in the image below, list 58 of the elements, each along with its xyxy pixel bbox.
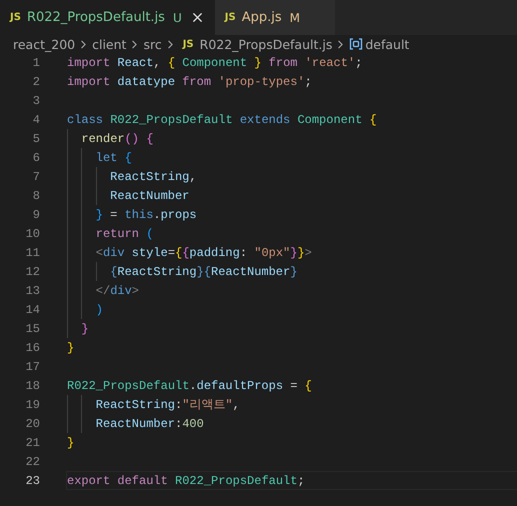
code-line: ReactString,	[110, 170, 197, 184]
line-number: 10	[24, 226, 40, 240]
code-line: </div>	[96, 284, 139, 298]
breadcrumb-item[interactable]: client	[92, 36, 126, 52]
code-line: let {	[96, 150, 132, 164]
code-line: ReactString:"리액트",	[96, 397, 240, 413]
line-number: 13	[24, 284, 40, 298]
line-number: 19	[24, 398, 40, 412]
code-line: } = this.props	[96, 208, 197, 222]
tab-label: R022_PropsDefault.js	[26, 10, 165, 25]
line-number: 12	[24, 264, 40, 278]
line-number: 18	[24, 378, 40, 392]
line-number: 7	[32, 170, 40, 184]
line-number: 6	[32, 150, 40, 164]
js-file-icon: JS	[224, 12, 236, 23]
line-number: 17	[24, 360, 40, 374]
line-number: 20	[24, 416, 40, 430]
line-number: 5	[32, 132, 40, 146]
line-number: 23	[24, 474, 40, 488]
code-line: import React, { Component } from 'react';	[67, 56, 362, 70]
code-line: render() {	[81, 132, 154, 146]
code-line: export default R022_PropsDefault;	[67, 474, 305, 488]
line-number: 15	[24, 322, 40, 336]
line-number: 2	[32, 74, 40, 88]
breadcrumb-item[interactable]: react_200	[13, 36, 76, 52]
code-line: )	[96, 302, 103, 316]
code-line: ReactNumber:400	[96, 416, 204, 430]
code-line: {ReactString}{ReactNumber}	[110, 264, 298, 278]
line-number: 4	[32, 112, 40, 126]
breadcrumb-item[interactable]: src	[143, 36, 162, 52]
js-file-icon: JS	[182, 38, 194, 50]
code-line: }	[67, 436, 74, 450]
line-number: 11	[24, 246, 40, 260]
git-status-letter: M	[290, 10, 300, 24]
editor-tab[interactable]: JS App.js M	[214, 0, 335, 35]
line-number: 16	[24, 340, 40, 354]
code-line: R022_PropsDefault.defaultProps = {	[67, 378, 312, 392]
line-number: 21	[24, 436, 40, 450]
editor-tab[interactable]: JS R022_PropsDefault.js U	[0, 0, 215, 35]
line-number: 3	[32, 94, 40, 108]
code-line: }	[67, 340, 74, 354]
git-status-letter: U	[172, 10, 182, 24]
line-number: 1	[32, 56, 40, 70]
code-line: class R022_PropsDefault extends Component {	[67, 112, 377, 126]
js-file-icon: JS	[10, 12, 21, 23]
code-line: }	[81, 322, 89, 336]
breadcrumb-item[interactable]: default	[365, 36, 410, 52]
breadcrumb-item[interactable]: R022_PropsDefault.js	[200, 36, 332, 52]
code-line: import datatype from 'prop-types';	[67, 74, 312, 88]
code-line: return (	[96, 226, 154, 240]
line-number: 14	[24, 302, 40, 316]
line-number: 22	[24, 454, 40, 468]
symbol-icon	[349, 38, 364, 50]
code-line: ReactNumber	[110, 188, 190, 202]
line-number: 8	[32, 188, 40, 202]
line-number: 9	[32, 208, 40, 222]
code-line: <div style={{padding: "0px"}}>	[96, 246, 312, 260]
tab-label: App.js	[242, 10, 282, 25]
